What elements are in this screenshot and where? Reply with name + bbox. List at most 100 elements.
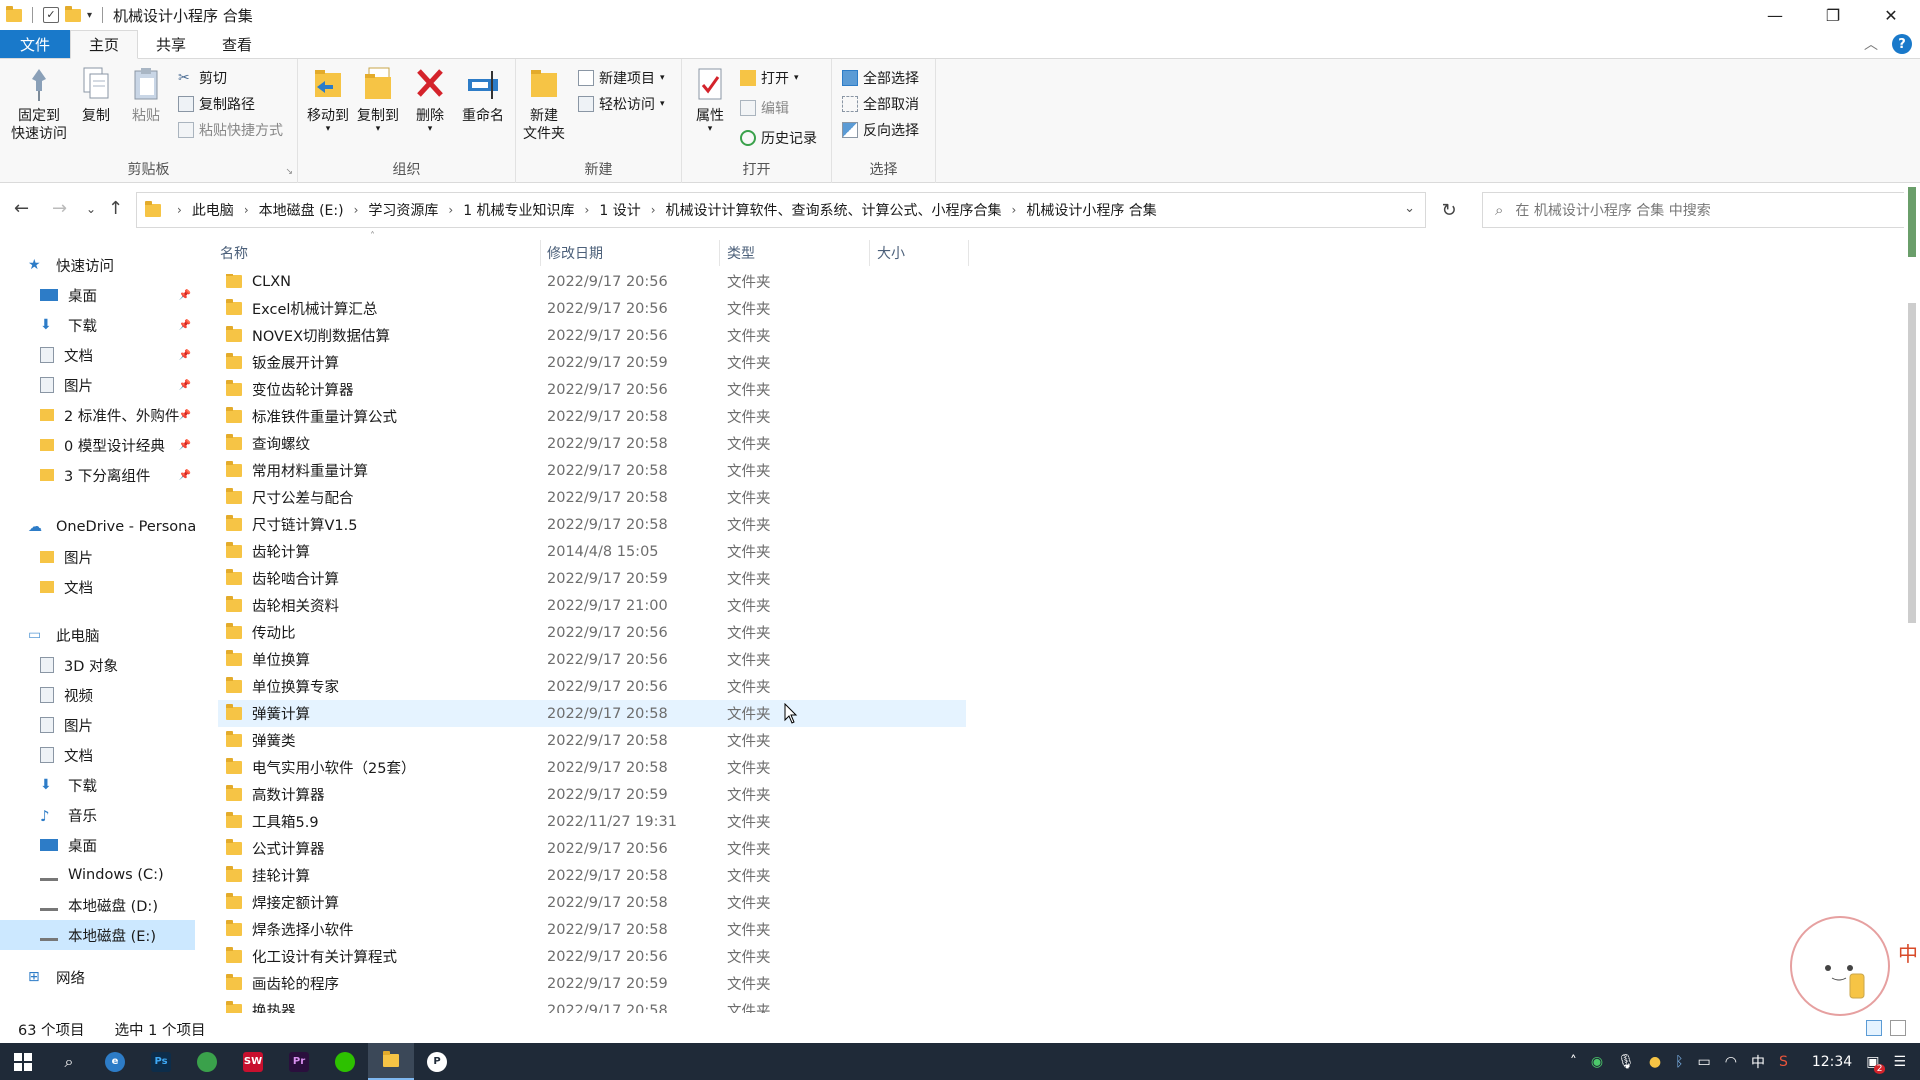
new-folder-quick-icon[interactable] bbox=[65, 5, 81, 22]
tray-app-icon[interactable]: ◉ bbox=[1591, 1054, 1603, 1070]
breadcrumb-item[interactable]: 本地磁盘 (E:) bbox=[259, 200, 344, 220]
breadcrumb-item[interactable]: 机械设计计算软件、查询系统、计算公式、小程序合集 bbox=[666, 200, 1002, 220]
file-row[interactable]: 弹簧类 2022/9/17 20:58 文件夹 bbox=[218, 727, 966, 754]
pinned-app-icon[interactable]: P bbox=[414, 1043, 460, 1080]
solidworks-icon[interactable]: SW bbox=[230, 1043, 276, 1080]
file-row[interactable]: 齿轮计算 2014/4/8 15:05 文件夹 bbox=[218, 538, 966, 565]
breadcrumb-item[interactable]: 1 机械专业知识库 bbox=[463, 200, 574, 220]
pin-icon[interactable]: 📌 bbox=[179, 380, 191, 391]
nav-item[interactable]: 3 下分离组件 📌 bbox=[0, 460, 195, 490]
edit-button[interactable]: 编辑 bbox=[740, 97, 789, 119]
breadcrumb-root-chevron-icon[interactable]: › bbox=[167, 203, 192, 217]
pin-icon[interactable]: 📌 bbox=[179, 320, 191, 331]
file-row[interactable]: 焊接定额计算 2022/9/17 20:58 文件夹 bbox=[218, 889, 966, 916]
new-item-button[interactable]: 新建项目 ▾ bbox=[578, 67, 665, 89]
nav-item[interactable]: ★ 快速访问 bbox=[0, 250, 195, 280]
nav-item[interactable]: 3D 对象 bbox=[0, 650, 195, 680]
file-row[interactable]: NOVEX切削数据估算 2022/9/17 20:56 文件夹 bbox=[218, 322, 966, 349]
clock-time[interactable]: 12:34 bbox=[1812, 1054, 1852, 1070]
bluetooth-icon[interactable]: ᛒ bbox=[1675, 1054, 1683, 1070]
back-arrow-icon[interactable]: ← bbox=[14, 198, 29, 219]
open-button[interactable]: 打开 ▾ bbox=[740, 67, 799, 89]
delete-button[interactable]: 删除 ▾ bbox=[412, 65, 448, 134]
notification-icon[interactable]: ▣ 2 bbox=[1866, 1054, 1886, 1074]
file-row[interactable]: CLXN 2022/9/17 20:56 文件夹 bbox=[218, 268, 966, 295]
file-row[interactable]: 常用材料重量计算 2022/9/17 20:58 文件夹 bbox=[218, 457, 966, 484]
wechat-icon[interactable] bbox=[322, 1043, 368, 1080]
nav-item[interactable]: 图片 bbox=[0, 710, 195, 740]
large-icons-view-icon[interactable] bbox=[1890, 1020, 1906, 1036]
forward-arrow-icon[interactable]: → bbox=[52, 198, 67, 219]
help-icon[interactable]: ? bbox=[1892, 34, 1912, 54]
expand-group-icon[interactable]: ↘ bbox=[285, 167, 293, 177]
nav-item[interactable]: ⊞ 网络 bbox=[0, 962, 195, 992]
nav-item[interactable]: 本地磁盘 (D:) bbox=[0, 890, 195, 920]
pin-icon[interactable]: 📌 bbox=[179, 350, 191, 361]
nav-item[interactable]: ▭ 此电脑 bbox=[0, 620, 195, 650]
file-row[interactable]: 变位齿轮计算器 2022/9/17 20:56 文件夹 bbox=[218, 376, 966, 403]
tray-status-icon[interactable]: ● bbox=[1649, 1054, 1661, 1070]
easy-access-button[interactable]: 轻松访问 ▾ bbox=[578, 93, 665, 115]
green-app-icon[interactable] bbox=[184, 1043, 230, 1080]
file-row[interactable]: 公式计算器 2022/9/17 20:56 文件夹 bbox=[218, 835, 966, 862]
file-explorer-icon[interactable] bbox=[368, 1043, 414, 1080]
breadcrumb-item[interactable]: 此电脑 bbox=[192, 200, 234, 220]
column-divider[interactable] bbox=[869, 240, 870, 266]
up-arrow-icon[interactable]: ↑ bbox=[108, 198, 123, 219]
file-row[interactable]: Excel机械计算汇总 2022/9/17 20:56 文件夹 bbox=[218, 295, 966, 322]
taskbar-search-icon[interactable]: ⌕ bbox=[46, 1043, 92, 1080]
edge-browser-icon[interactable]: e bbox=[92, 1043, 138, 1080]
sogou-input-icon[interactable]: S bbox=[1779, 1054, 1788, 1070]
action-center-icon[interactable]: ☰ bbox=[1893, 1054, 1906, 1070]
file-row[interactable]: 尺寸公差与配合 2022/9/17 20:58 文件夹 bbox=[218, 484, 966, 511]
breadcrumb-item[interactable]: 机械设计小程序 合集 bbox=[1026, 200, 1156, 220]
paste-button[interactable]: 粘贴 bbox=[128, 65, 164, 125]
start-windows-icon[interactable] bbox=[0, 1043, 46, 1080]
premiere-icon[interactable]: Pr bbox=[276, 1043, 322, 1080]
rename-button[interactable]: 重命名 bbox=[460, 65, 506, 125]
close-button[interactable]: ✕ bbox=[1862, 0, 1920, 30]
scrollbar-thumb[interactable] bbox=[1908, 303, 1916, 623]
wifi-icon[interactable]: ◠ bbox=[1725, 1054, 1737, 1070]
pin-icon[interactable]: 📌 bbox=[179, 470, 191, 481]
nav-item[interactable]: 桌面 bbox=[0, 830, 195, 860]
tab-view[interactable]: 查看 bbox=[204, 30, 270, 58]
column-header-modified[interactable]: 修改日期 bbox=[547, 241, 717, 265]
column-header-type[interactable]: 类型 bbox=[727, 241, 867, 265]
column-divider[interactable] bbox=[719, 240, 720, 266]
breadcrumb-chevron-icon[interactable]: › bbox=[1012, 203, 1017, 217]
nav-item[interactable]: 文档 bbox=[0, 740, 195, 770]
file-row[interactable]: 传动比 2022/9/17 20:56 文件夹 bbox=[218, 619, 966, 646]
pin-icon[interactable]: 📌 bbox=[179, 410, 191, 421]
address-bar[interactable]: › 此电脑 › 本地磁盘 (E:) › 学习资源库 › 1 机械专业知识库 › 1 设计 › 机械设… bbox=[136, 192, 1426, 228]
file-row[interactable]: 换热器 2022/9/17 20:58 文件夹 bbox=[218, 997, 966, 1013]
nav-item[interactable]: ♪ 音乐 bbox=[0, 800, 195, 830]
address-history-chevron-icon[interactable]: ⌄ bbox=[1404, 201, 1415, 216]
tray-expand-chevron-icon[interactable]: ˄ bbox=[1570, 1054, 1577, 1070]
nav-item[interactable]: 2 标准件、外购件 📌 bbox=[0, 400, 195, 430]
file-row[interactable]: 齿轮啮合计算 2022/9/17 20:59 文件夹 bbox=[218, 565, 966, 592]
breadcrumb-item[interactable]: 学习资源库 bbox=[368, 200, 438, 220]
nav-item[interactable]: 0 模型设计经典 📌 bbox=[0, 430, 195, 460]
file-row[interactable]: 电气实用小软件（25套） 2022/9/17 20:58 文件夹 bbox=[218, 754, 966, 781]
file-row[interactable]: 标准铁件重量计算公式 2022/9/17 20:58 文件夹 bbox=[218, 403, 966, 430]
file-row[interactable]: 单位换算专家 2022/9/17 20:56 文件夹 bbox=[218, 673, 966, 700]
tab-home[interactable]: 主页 bbox=[70, 30, 139, 59]
breadcrumb-chevron-icon[interactable]: › bbox=[585, 203, 590, 217]
invert-selection-button[interactable]: 反向选择 bbox=[842, 119, 919, 141]
pin-to-quick-access-button[interactable]: 固定到 快速访问 bbox=[8, 65, 70, 143]
nav-item[interactable]: 桌面 📌 bbox=[0, 280, 195, 310]
pin-icon[interactable]: 📌 bbox=[179, 290, 191, 301]
tab-share[interactable]: 共享 bbox=[138, 30, 204, 58]
move-to-button[interactable]: 移动到 ▾ bbox=[306, 65, 350, 134]
nav-item[interactable]: 视频 bbox=[0, 680, 195, 710]
file-row[interactable]: 挂轮计算 2022/9/17 20:58 文件夹 bbox=[218, 862, 966, 889]
tab-file[interactable]: 文件 bbox=[0, 30, 70, 58]
nav-item[interactable]: ⬇ 下载 bbox=[0, 770, 195, 800]
ime-indicator[interactable]: 中 bbox=[1898, 938, 1918, 967]
file-row[interactable]: 弹簧计算 2022/9/17 20:58 文件夹 bbox=[218, 700, 966, 727]
collapse-ribbon-chevron-icon[interactable]: ︿ bbox=[1864, 34, 1878, 54]
column-header-name[interactable]: 名称 bbox=[220, 241, 540, 265]
breadcrumb-chevron-icon[interactable]: › bbox=[354, 203, 359, 217]
input-method-indicator[interactable]: 中 bbox=[1751, 1052, 1765, 1072]
